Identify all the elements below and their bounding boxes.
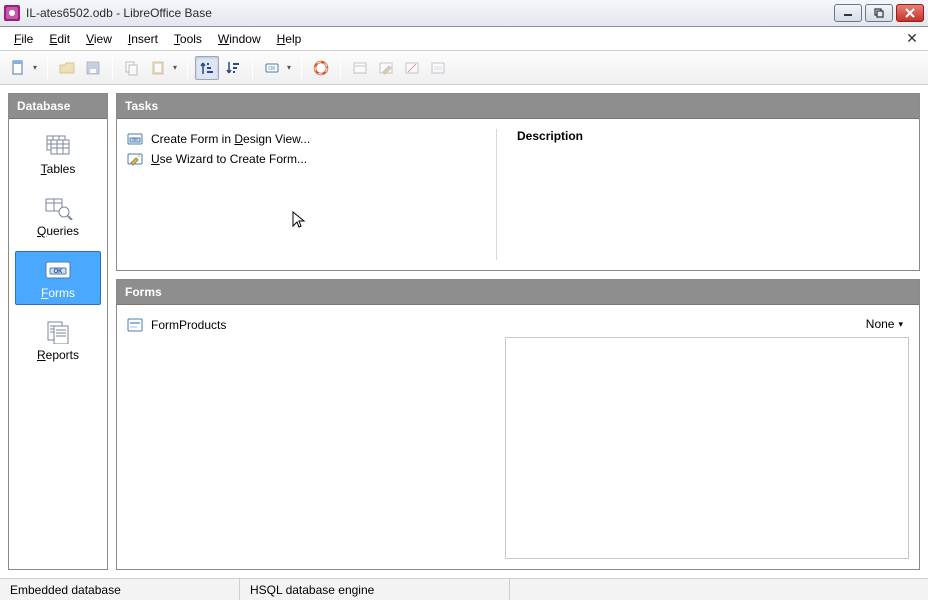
toolbar-separator	[340, 57, 341, 79]
menu-view[interactable]: View	[78, 29, 120, 49]
form-button[interactable]: OK	[260, 56, 284, 80]
titlebar: IL-ates6502.odb - LibreOffice Base	[0, 0, 928, 27]
forms-list: FormProducts	[127, 315, 497, 559]
preview-toolbar: None ▾	[505, 315, 909, 337]
maximize-button[interactable]	[865, 4, 893, 22]
window-title: IL-ates6502.odb - LibreOffice Base	[26, 6, 834, 20]
app-icon	[4, 5, 20, 21]
preview-box	[505, 337, 909, 559]
sidebar-body: Tables Queries OK Forms Reports	[9, 119, 107, 569]
form-dropdown[interactable]: ▾	[284, 56, 294, 80]
menu-window[interactable]: Window	[210, 29, 269, 49]
form-icon	[127, 317, 143, 333]
form-item-label: FormProducts	[151, 318, 226, 332]
edit-form-button[interactable]	[374, 56, 398, 80]
svg-text:OK: OK	[268, 66, 276, 72]
status-engine: HSQL database engine	[240, 579, 510, 600]
sort-ascending-button[interactable]	[195, 56, 219, 80]
task-create-form-design[interactable]: OK Create Form in Design View...	[127, 129, 486, 149]
window-controls	[834, 4, 924, 22]
preview-mode-label: None	[866, 317, 895, 331]
wizard-icon	[127, 151, 143, 167]
sidebar-item-label-rest: ables	[47, 162, 76, 176]
form-design-icon: OK	[127, 131, 143, 147]
task-label: Create Form in Design View...	[151, 132, 310, 146]
task-label: Use Wizard to Create Form...	[151, 152, 307, 166]
workspace: Database Tables Queries OK Forms Reports	[0, 85, 928, 578]
statusbar: Embedded database HSQL database engine	[0, 578, 928, 600]
toolbar: ▾ ▾ OK ▾	[0, 51, 928, 85]
sidebar-item-label-rest: eports	[46, 348, 79, 362]
forms-preview-area: None ▾	[505, 315, 909, 559]
tasks-description-area: Description	[497, 129, 909, 260]
menu-file[interactable]: File	[6, 29, 41, 49]
preview-mode-dropdown[interactable]: None ▾	[866, 317, 903, 331]
queries-icon	[42, 196, 74, 220]
status-embedded-db: Embedded database	[0, 579, 240, 600]
document-close-button[interactable]: ✕	[902, 29, 922, 49]
main-area: Tasks OK Create Form in Design View... U…	[116, 93, 920, 570]
tasks-list: OK Create Form in Design View... Use Wiz…	[127, 129, 497, 260]
toolbar-separator	[47, 57, 48, 79]
menu-help[interactable]: Help	[269, 29, 310, 49]
reports-icon	[42, 320, 74, 344]
tasks-header: Tasks	[117, 94, 919, 119]
sort-descending-button[interactable]	[221, 56, 245, 80]
status-spacer	[510, 579, 928, 600]
toolbar-separator	[301, 57, 302, 79]
menu-insert[interactable]: Insert	[120, 29, 166, 49]
forms-icon: OK	[42, 258, 74, 282]
tasks-body: OK Create Form in Design View... Use Wiz…	[117, 119, 919, 270]
tasks-panel: Tasks OK Create Form in Design View... U…	[116, 93, 920, 271]
toolbar-separator	[112, 57, 113, 79]
sidebar-item-queries[interactable]: Queries	[15, 189, 101, 243]
new-document-dropdown[interactable]: ▾	[30, 56, 40, 80]
svg-text:OK: OK	[132, 137, 138, 142]
rename-form-button[interactable]	[426, 56, 450, 80]
sidebar-item-reports[interactable]: Reports	[15, 313, 101, 367]
paste-button[interactable]	[146, 56, 170, 80]
toolbar-separator	[252, 57, 253, 79]
description-label: Description	[517, 129, 909, 143]
sidebar-item-label-rest: orms	[48, 286, 75, 300]
svg-text:OK: OK	[54, 269, 64, 275]
task-use-wizard[interactable]: Use Wizard to Create Form...	[127, 149, 486, 169]
tables-icon	[42, 134, 74, 158]
create-form-design-button[interactable]	[348, 56, 372, 80]
paste-dropdown[interactable]: ▾	[170, 56, 180, 80]
copy-button[interactable]	[120, 56, 144, 80]
menubar: File Edit View Insert Tools Window Help …	[0, 27, 928, 51]
menu-tools[interactable]: Tools	[166, 29, 210, 49]
menu-edit[interactable]: Edit	[41, 29, 78, 49]
database-sidebar: Database Tables Queries OK Forms Reports	[8, 93, 108, 570]
open-button[interactable]	[55, 56, 79, 80]
delete-form-button[interactable]	[400, 56, 424, 80]
sidebar-item-label-rest: ueries	[46, 224, 79, 238]
save-button[interactable]	[81, 56, 105, 80]
sidebar-item-tables[interactable]: Tables	[15, 127, 101, 181]
forms-panel: Forms FormProducts None ▾	[116, 279, 920, 570]
close-button[interactable]	[896, 4, 924, 22]
help-button[interactable]	[309, 56, 333, 80]
new-document-button[interactable]	[6, 56, 30, 80]
minimize-button[interactable]	[834, 4, 862, 22]
sidebar-item-forms[interactable]: OK Forms	[15, 251, 101, 305]
forms-header: Forms	[117, 280, 919, 305]
mouse-cursor	[292, 211, 308, 231]
toolbar-separator	[187, 57, 188, 79]
chevron-down-icon: ▾	[898, 319, 903, 330]
forms-body: FormProducts None ▾	[117, 305, 919, 569]
form-item-formproducts[interactable]: FormProducts	[127, 315, 487, 335]
sidebar-header: Database	[9, 94, 107, 119]
